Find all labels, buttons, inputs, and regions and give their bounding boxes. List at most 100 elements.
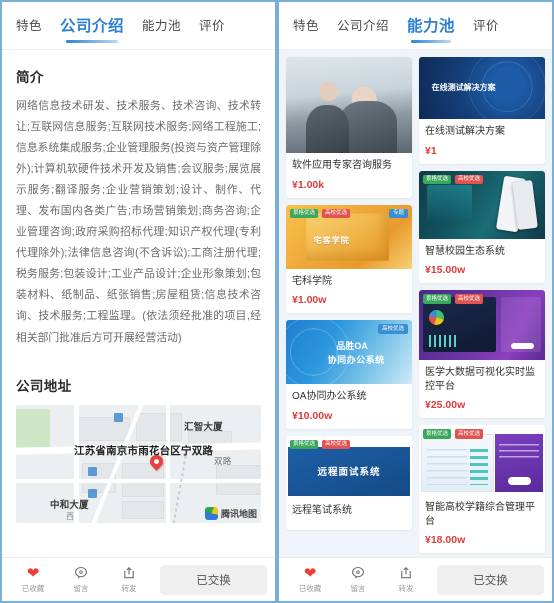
map-path [172,448,188,523]
tab-company-intro[interactable]: 公司介绍 [335,11,391,40]
product-price: ¥1.00w [292,294,327,306]
website-section: 公司官网 www.jfh.com 复制网址 [2,541,275,557]
map-road [166,404,170,523]
badge-corner: 高校优选 [377,324,408,334]
favorite-label: 已收藏 [21,584,45,593]
mobile-mockup-graphic [495,434,543,492]
address-text: 江苏省南京市雨花台区宁双路 [74,444,214,457]
thumbnail-caption: 在线测试解决方案 [431,82,496,92]
thumbnail-badges: 景格优选 高校优选 [423,294,484,304]
tab-reviews[interactable]: 评价 [471,11,501,40]
product-thumbnail-oa-system: 高校优选 品胜OA 协同办公系统 [286,320,412,384]
screen-mockup-graphic [421,434,495,492]
product-card[interactable]: 在线测试解决方案 在线测试解决方案 ¥1 [419,57,545,164]
left-tab-bar: 特色 公司介绍 能力池 评价 [2,2,275,50]
table-lines-graphic [427,449,468,485]
right-tab-bar: 特色 公司介绍 能力池 评价 [279,2,552,50]
intro-body-text: 网络信息技术研发、技术服务、技术咨询、技术转让;互联网信息服务;互联网技术服务;… [16,100,261,344]
share-icon [399,565,413,581]
thumbnail-caption-line2: 协同办公系统 [327,355,385,366]
favorite-label: 已收藏 [298,584,322,593]
product-thumbnail-gold-card: 景格优选 高校优选 专题 宅客学院 [286,204,412,269]
badge-gaoxiao: 高校优选 [455,294,484,304]
text-lines-graphic [498,444,540,460]
product-card[interactable]: 景格优选 高校优选 医学大数据可视化实时监控平台 ¥25.00w [419,290,545,418]
product-price: ¥10.00w [292,409,333,422]
thumbnail-caption: 远程面试系统 [317,467,381,478]
thumbnail-graphic [426,185,472,221]
tab-company-intro[interactable]: 公司介绍 [58,10,126,43]
accent-lines-graphic [470,449,489,485]
product-price [286,519,412,530]
tencent-map-logo-icon [204,506,218,520]
tab-ability-pool[interactable]: 能力池 [140,11,183,40]
share-button[interactable]: 转发 [106,565,152,594]
map-block [136,412,182,441]
product-price: ¥1 [425,144,437,157]
product-card[interactable]: 景格优选 高校优选 智能高校学籍综合管理平台 ¥18.00w [419,425,545,553]
message-button[interactable]: 留言 [58,565,104,594]
product-card[interactable]: 景格优选 高校优选 智慧校园生态系统 ¥15.00w [419,170,545,283]
product-card[interactable]: 景格优选 高校优选 远程面试系统 远程笔试系统 [286,435,412,530]
product-price: ¥15.00w [425,264,466,276]
pie-chart-icon [429,309,445,325]
exchange-button[interactable]: 已交换 [160,564,267,595]
pool-column-left: 软件应用专家咨询服务 ¥1.00k 景格优选 高校优选 专题 宅客学院 宅科学院… [286,57,412,553]
share-button[interactable]: 转发 [383,565,429,594]
thumbnail-button-graphic [511,342,534,349]
map-landmark-zhonghe: 中和大厦 [50,499,89,511]
thumbnail-badges: 景格优选 高校优选 [423,174,484,185]
badge-jingge: 景格优选 [423,174,452,185]
share-label: 转发 [121,584,137,593]
heart-icon: ❤ [303,564,317,582]
pool-column-right: 在线测试解决方案 在线测试解决方案 ¥1 景格优选 高校优选 智慧校园生态系统 … [419,57,545,553]
right-bottom-bar: ❤ 已收藏 留言 转发 已交换 [279,557,552,601]
message-icon [74,565,88,581]
left-content-scroll[interactable]: 简介 网络信息技术研发、技术服务、技术咨询、技术转让;互联网信息服务;互联网技术… [2,50,275,557]
mock-button-graphic [507,477,531,486]
right-content-scroll[interactable]: 软件应用专家咨询服务 ¥1.00k 景格优选 高校优选 专题 宅客学院 宅科学院… [279,50,552,557]
intro-section: 简介 网络信息技术研发、技术服务、技术咨询、技术转让;互联网信息服务;互联网技术… [2,50,275,349]
right-phone-frame: 特色 公司介绍 能力池 评价 软件应用专家咨询服务 ¥1.00k 景格优选 高校… [277,0,554,603]
map-road-label-2: 西 [66,511,75,521]
message-label: 留言 [73,584,89,593]
tab-ability-pool[interactable]: 能力池 [405,10,457,43]
favorite-button[interactable]: ❤ 已收藏 [287,565,333,594]
product-card[interactable]: 高校优选 品胜OA 协同办公系统 OA协同办公系统 ¥10.00w [286,320,412,429]
address-heading: 公司地址 [16,378,72,394]
address-map[interactable]: 汇智大厦 中和大厦 双路 西 江苏省南京市雨花台区宁双路 腾讯地图 [16,404,261,523]
product-card[interactable]: 景格优选 高校优选 专题 宅客学院 宅科学院 ¥1.00w [286,204,412,313]
ability-pool-grid: 软件应用专家咨询服务 ¥1.00k 景格优选 高校优选 专题 宅客学院 宅科学院… [279,50,552,557]
thumbnail-badges: 景格优选 高校优选 [290,439,351,450]
message-button[interactable]: 留言 [335,565,381,594]
map-landmark-huizhi: 汇智大厦 [184,421,223,433]
tab-reviews[interactable]: 评价 [197,11,227,40]
exchange-button[interactable]: 已交换 [437,564,544,595]
product-name: 远程笔试系统 [292,504,352,516]
product-name: 软件应用专家咨询服务 [292,160,392,171]
thumbnail-badges: 景格优选 高校优选 [290,208,351,219]
tab-features[interactable]: 特色 [291,11,321,40]
product-name: 宅科学院 [292,275,332,287]
badge-corner: 专题 [388,208,408,219]
favorite-button[interactable]: ❤ 已收藏 [10,565,56,594]
map-road [16,478,261,483]
share-label: 转发 [398,584,414,593]
product-name: OA协同办公系统 [292,391,367,402]
map-poi-icon [88,488,97,498]
product-name: 智能高校学籍综合管理平台 [425,502,535,527]
badge-jingge: 景格优选 [423,429,452,439]
thumbnail-badges: 景格优选 高校优选 [423,429,484,439]
badge-jingge: 景格优选 [290,439,319,450]
tab-features[interactable]: 特色 [14,11,44,40]
product-card[interactable]: 软件应用专家咨询服务 ¥1.00k [286,57,412,198]
product-name: 医学大数据可视化实时监控平台 [425,367,535,392]
intro-heading: 简介 [16,70,44,85]
bar-chart-icon [429,334,457,348]
map-poi-icon [114,412,123,422]
map-attribution: 腾讯地图 [204,506,257,520]
product-name: 智慧校园生态系统 [425,245,505,257]
badge-gaoxiao: 高校优选 [322,439,351,450]
message-icon [351,565,365,581]
